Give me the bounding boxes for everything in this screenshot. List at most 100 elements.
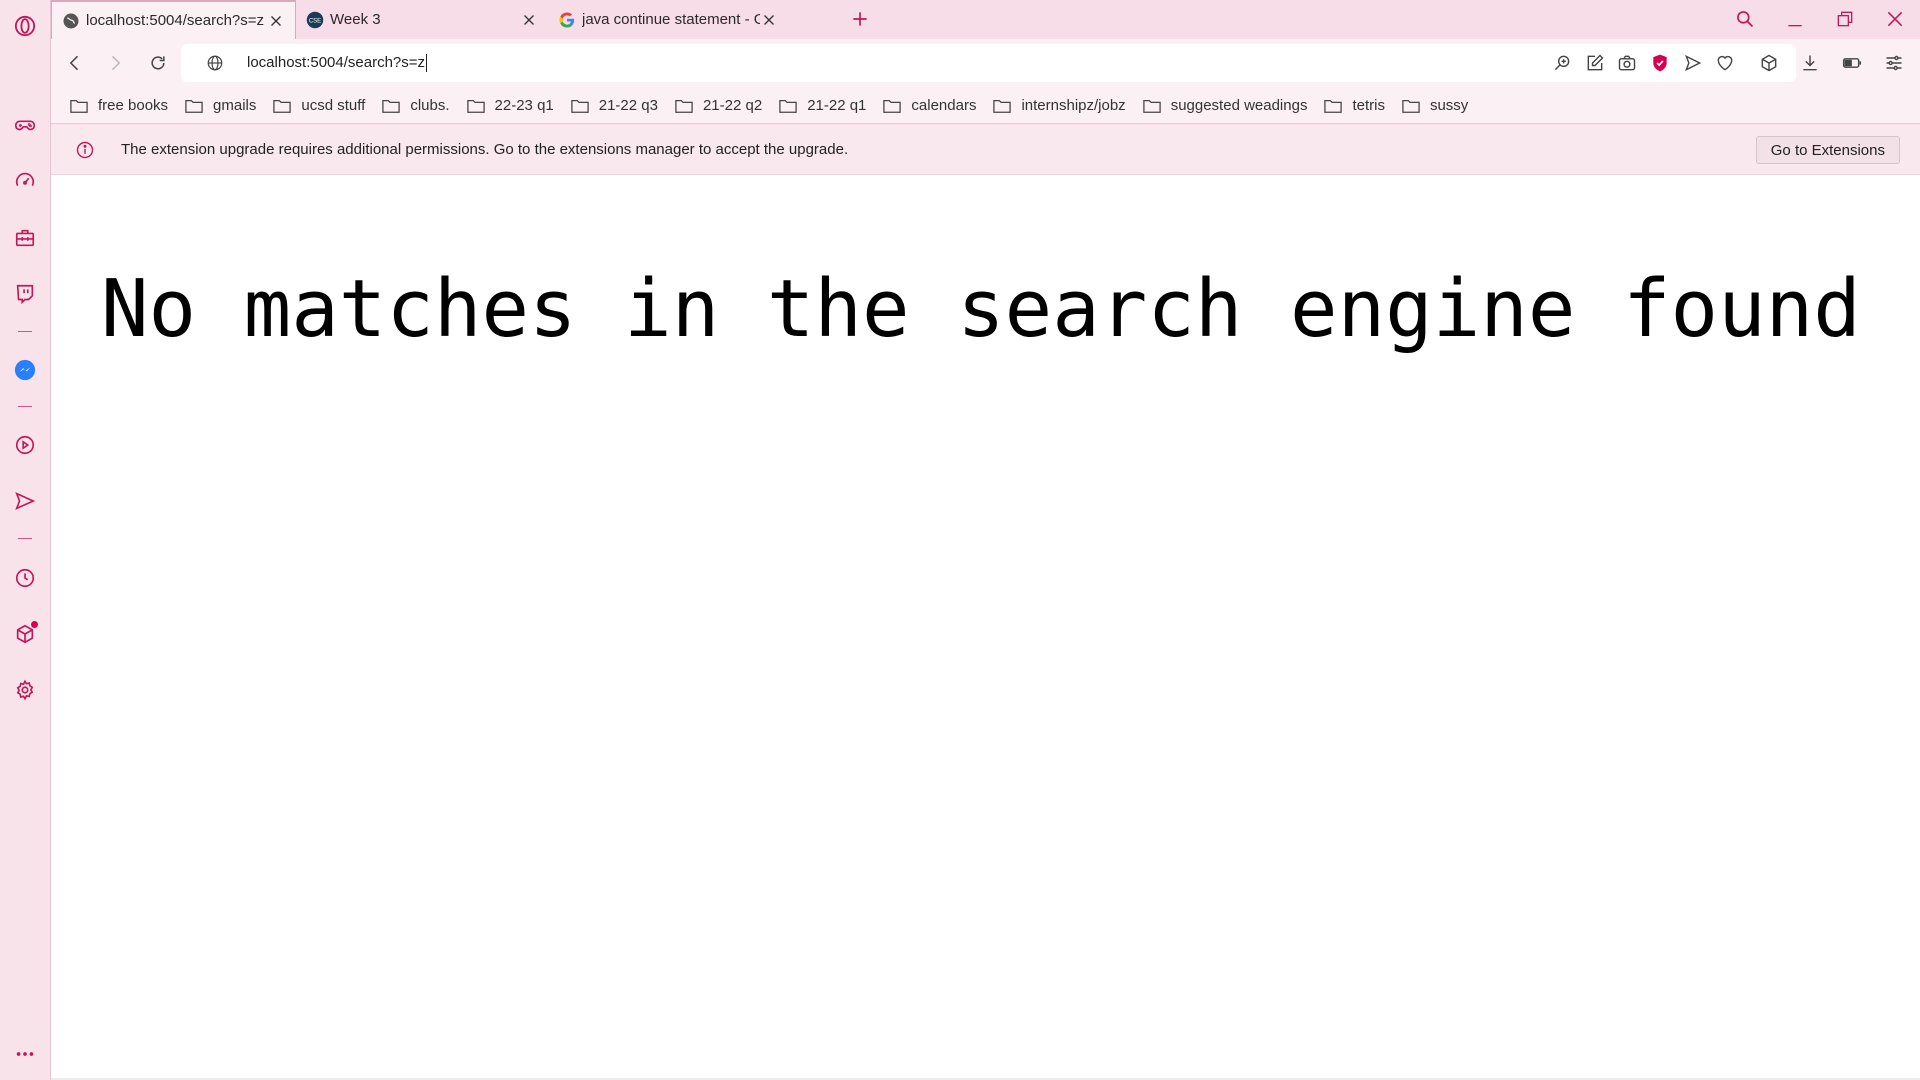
history-clock-icon[interactable] [0,558,50,598]
bookmark-label: ucsd stuff [301,97,366,114]
bookmark-label: free books [98,97,169,114]
bookmark-heart-icon[interactable] [1712,50,1738,76]
folder-icon [993,99,1012,113]
site-info-globe-icon[interactable] [206,54,224,72]
bookmark-folder[interactable]: suggested weadings [1142,97,1308,114]
bookmark-folder[interactable]: tetris [1324,97,1385,114]
bookmark-label: tetris [1352,97,1385,114]
snapshot-camera-icon[interactable] [1614,50,1640,76]
bookmark-label: 21-22 q3 [598,97,658,114]
gamepad-icon[interactable] [0,105,50,145]
folder-icon [1142,99,1161,113]
infobar-message: The extension upgrade requires additiona… [121,141,849,158]
bookmark-label: clubs. [410,97,450,114]
bookmark-folder[interactable]: sussy [1402,97,1468,114]
sidebar-separator [18,331,32,332]
bookmarks-bar: free books gmails ucsd stuff clubs. 22-2… [51,88,1920,124]
bookmark-folder[interactable]: ucsd stuff [273,97,365,114]
restore-icon[interactable] [1832,6,1858,32]
bookmark-folder[interactable]: 21-22 q3 [571,97,658,114]
tab-title: Week 3 [330,11,381,28]
page-content: No matches in the search engine found [51,175,1920,1080]
info-icon [76,141,94,159]
folder-icon [883,99,902,113]
tab-search-icon[interactable] [1732,6,1758,32]
bookmark-label: 21-22 q2 [702,97,763,114]
bookmark-folder[interactable]: internshipz/jobz [993,97,1126,114]
bookmark-folder[interactable]: 21-22 q2 [675,97,762,114]
reload-button[interactable] [145,50,171,76]
folder-icon [571,99,589,113]
sidebar [0,0,51,1080]
bookmark-label: 21-22 q1 [807,97,867,114]
url-input[interactable]: localhost:5004/search?s=z [247,54,428,72]
bookmark-label: sussy [1429,97,1469,114]
twitch-icon[interactable] [0,274,50,314]
close-tab-icon[interactable] [520,11,538,29]
toolbar: localhost:5004/search?s=z [51,39,1920,88]
easy-setup-sliders-icon[interactable] [1881,50,1907,76]
send-page-icon[interactable] [1680,50,1706,76]
go-to-extensions-button[interactable]: Go to Extensions [1755,136,1900,164]
bookmark-folder[interactable]: 21-22 q1 [779,97,866,114]
adblock-shield-icon[interactable] [1647,50,1673,76]
browser-window: localhost:5004/search?s=z CSE Week 3 jav… [0,0,1920,1080]
bookmark-folder[interactable]: calendars [883,97,976,114]
tab-title: java continue statement - G [582,11,760,28]
briefcase-icon[interactable] [0,218,50,258]
more-dots-icon[interactable] [0,1034,50,1074]
folder-icon [779,99,797,113]
messenger-icon[interactable] [0,350,50,390]
back-arrow-icon [69,55,79,71]
tab-strip: localhost:5004/search?s=z CSE Week 3 jav… [51,0,1920,39]
bookmark-label: calendars [911,97,977,114]
extensions-cube-icon[interactable] [0,614,50,654]
folder-icon [273,99,292,113]
globe-icon [63,13,79,28]
send-icon[interactable] [0,481,50,521]
back-button[interactable] [62,50,88,76]
tab-java-continue[interactable]: java continue statement - G [548,0,788,39]
extensions-cube-icon[interactable] [1756,50,1782,76]
folder-icon [1402,99,1420,113]
player-icon[interactable] [0,425,50,465]
folder-icon [1324,99,1343,113]
extension-upgrade-infobar: The extension upgrade requires additiona… [51,125,1920,175]
speedometer-icon[interactable] [0,161,50,201]
settings-gear-icon[interactable] [0,670,50,710]
sidebar-separator [18,406,32,407]
edit-pencil-icon[interactable] [1582,50,1608,76]
bookmark-folder[interactable]: 22-23 q1 [466,97,554,114]
bookmark-label: 22-23 q1 [494,97,554,114]
tab-week-3[interactable]: CSE Week 3 [296,0,548,39]
zoom-icon[interactable] [1549,50,1575,76]
bookmark-label: suggested weadings [1170,97,1308,114]
sidebar-separator [18,538,32,539]
close-window-icon[interactable] [1882,6,1908,32]
forward-button[interactable] [102,50,128,76]
battery-saver-icon[interactable] [1839,50,1865,76]
close-tab-icon[interactable] [267,12,285,30]
opera-logo-icon[interactable] [0,6,50,46]
cse-ucsd-icon: CSE [306,11,324,28]
bookmark-folder[interactable]: clubs. [382,97,450,114]
close-tab-icon[interactable] [760,11,778,29]
notification-dot [31,621,38,628]
page-heading: No matches in the search engine found [101,263,1861,355]
tab-localhost[interactable]: localhost:5004/search?s=z [51,0,296,39]
download-icon[interactable] [1797,50,1823,76]
folder-icon [70,99,88,113]
tab-title: localhost:5004/search?s=z [86,12,265,29]
folder-icon [675,99,693,113]
minimize-icon[interactable] [1782,6,1808,32]
reload-icon [151,56,165,70]
folder-icon [382,99,401,113]
bookmark-label: gmails [213,97,257,114]
bookmark-folder[interactable]: gmails [185,97,256,114]
folder-icon [185,99,203,113]
new-tab-plus-icon[interactable] [850,9,870,29]
google-icon [559,11,575,28]
bookmark-folder[interactable]: free books [70,97,168,114]
folder-icon [466,99,485,113]
forward-arrow-icon [111,55,121,71]
